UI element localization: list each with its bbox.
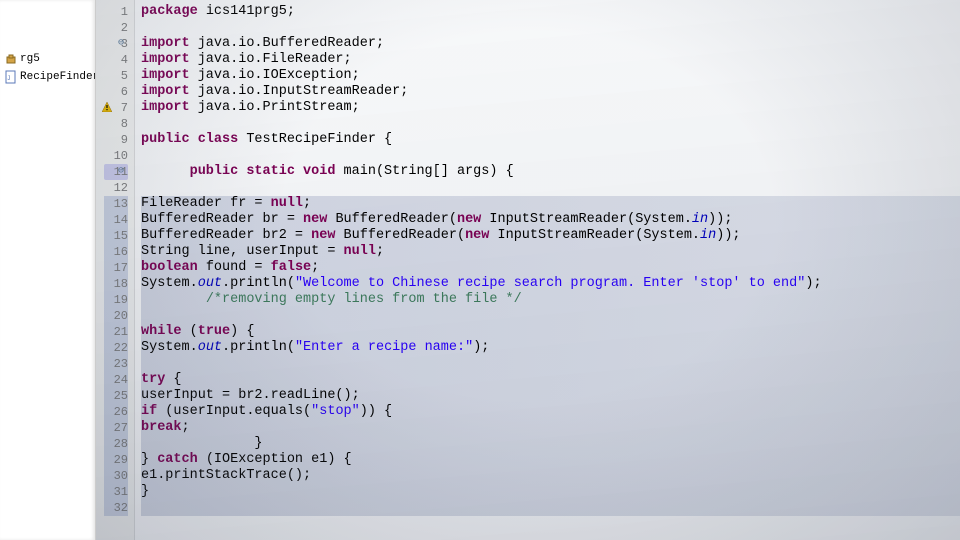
java-file-icon: J — [4, 70, 18, 84]
line-number[interactable]: 16 — [104, 244, 128, 260]
fold-icon[interactable]: ⊖ — [118, 36, 124, 52]
line-number[interactable]: 18 — [104, 276, 128, 292]
line-number[interactable]: 1 — [104, 4, 128, 20]
fold-icon[interactable]: ⊖ — [118, 164, 124, 180]
package-icon — [4, 52, 18, 66]
code-line[interactable] — [141, 308, 960, 324]
code-line[interactable] — [141, 180, 960, 196]
line-number[interactable]: 9 — [104, 132, 128, 148]
explorer-item-java-file[interactable]: J RecipeFinder.jav — [0, 68, 95, 86]
line-number[interactable]: 28 — [104, 436, 128, 452]
code-line[interactable]: public static void main(String[] args) { — [141, 164, 960, 180]
line-number[interactable]: 31 — [104, 484, 128, 500]
line-number[interactable]: 5 — [104, 68, 128, 84]
line-number[interactable]: 3⊖ — [104, 36, 128, 52]
line-number[interactable]: 15 — [104, 228, 128, 244]
code-line[interactable]: BufferedReader br = new BufferedReader(n… — [141, 212, 960, 228]
line-number[interactable]: 8 — [104, 116, 128, 132]
line-number[interactable]: 23 — [104, 356, 128, 372]
svg-text:J: J — [7, 75, 11, 82]
code-line[interactable]: } catch (IOException e1) { — [141, 452, 960, 468]
line-number[interactable]: 14 — [104, 212, 128, 228]
warning-icon — [102, 102, 112, 112]
line-number[interactable]: 30 — [104, 468, 128, 484]
code-line[interactable]: System.out.println("Enter a recipe name:… — [141, 340, 960, 356]
line-number[interactable]: 17 — [104, 260, 128, 276]
code-line[interactable]: package ics141prg5; — [141, 4, 960, 20]
code-line[interactable]: BufferedReader br2 = new BufferedReader(… — [141, 228, 960, 244]
code-line[interactable]: import java.io.PrintStream; — [141, 100, 960, 116]
line-number[interactable]: 12 — [104, 180, 128, 196]
package-explorer[interactable]: rg5 J RecipeFinder.jav — [0, 0, 96, 540]
line-number[interactable]: 27 — [104, 420, 128, 436]
line-number[interactable]: 6 — [104, 84, 128, 100]
line-number[interactable]: 10 — [104, 148, 128, 164]
code-line[interactable]: import java.io.BufferedReader; — [141, 36, 960, 52]
line-number[interactable]: 22 — [104, 340, 128, 356]
line-number[interactable]: 20 — [104, 308, 128, 324]
code-line[interactable] — [141, 20, 960, 36]
code-line[interactable] — [141, 116, 960, 132]
code-line[interactable]: import java.io.InputStreamReader; — [141, 84, 960, 100]
line-number-gutter[interactable]: 123⊖4567891011⊖1213141516171819202122232… — [96, 0, 135, 540]
code-editor[interactable]: 123⊖4567891011⊖1213141516171819202122232… — [96, 0, 960, 540]
code-line[interactable] — [141, 500, 960, 516]
line-number[interactable]: 4 — [104, 52, 128, 68]
code-line[interactable]: if (userInput.equals("stop")) { — [141, 404, 960, 420]
code-line[interactable]: break; — [141, 420, 960, 436]
code-line[interactable]: System.out.println("Welcome to Chinese r… — [141, 276, 960, 292]
line-number[interactable]: 19 — [104, 292, 128, 308]
ide-workspace: rg5 J RecipeFinder.jav 123⊖4567891011⊖12… — [0, 0, 960, 540]
line-number[interactable]: 7 — [104, 100, 128, 116]
code-line[interactable]: userInput = br2.readLine(); — [141, 388, 960, 404]
code-content[interactable]: package ics141prg5; import java.io.Buffe… — [135, 0, 960, 540]
line-number[interactable]: 11⊖ — [104, 164, 128, 180]
code-line[interactable]: import java.io.IOException; — [141, 68, 960, 84]
line-number[interactable]: 2 — [104, 20, 128, 36]
line-number[interactable]: 32 — [104, 500, 128, 516]
code-line[interactable]: FileReader fr = null; — [141, 196, 960, 212]
code-line[interactable]: e1.printStackTrace(); — [141, 468, 960, 484]
explorer-item-label: rg5 — [20, 53, 40, 65]
code-area: 123⊖4567891011⊖1213141516171819202122232… — [96, 0, 960, 540]
code-line[interactable]: import java.io.FileReader; — [141, 52, 960, 68]
line-number[interactable]: 13 — [104, 196, 128, 212]
line-number[interactable]: 25 — [104, 388, 128, 404]
code-line[interactable]: } — [141, 484, 960, 500]
explorer-item-label: RecipeFinder.jav — [20, 71, 95, 83]
line-number[interactable]: 21 — [104, 324, 128, 340]
code-line[interactable] — [141, 356, 960, 372]
line-number[interactable]: 26 — [104, 404, 128, 420]
code-line[interactable]: try { — [141, 372, 960, 388]
line-number[interactable]: 24 — [104, 372, 128, 388]
explorer-item-package[interactable]: rg5 — [0, 50, 95, 68]
code-line[interactable]: while (true) { — [141, 324, 960, 340]
code-line[interactable]: String line, userInput = null; — [141, 244, 960, 260]
code-line[interactable]: public class TestRecipeFinder { — [141, 132, 960, 148]
code-line[interactable] — [141, 148, 960, 164]
code-line[interactable]: boolean found = false; — [141, 260, 960, 276]
code-line[interactable]: } — [141, 436, 960, 452]
line-number[interactable]: 29 — [104, 452, 128, 468]
code-line[interactable]: /*removing empty lines from the file */ — [141, 292, 960, 308]
